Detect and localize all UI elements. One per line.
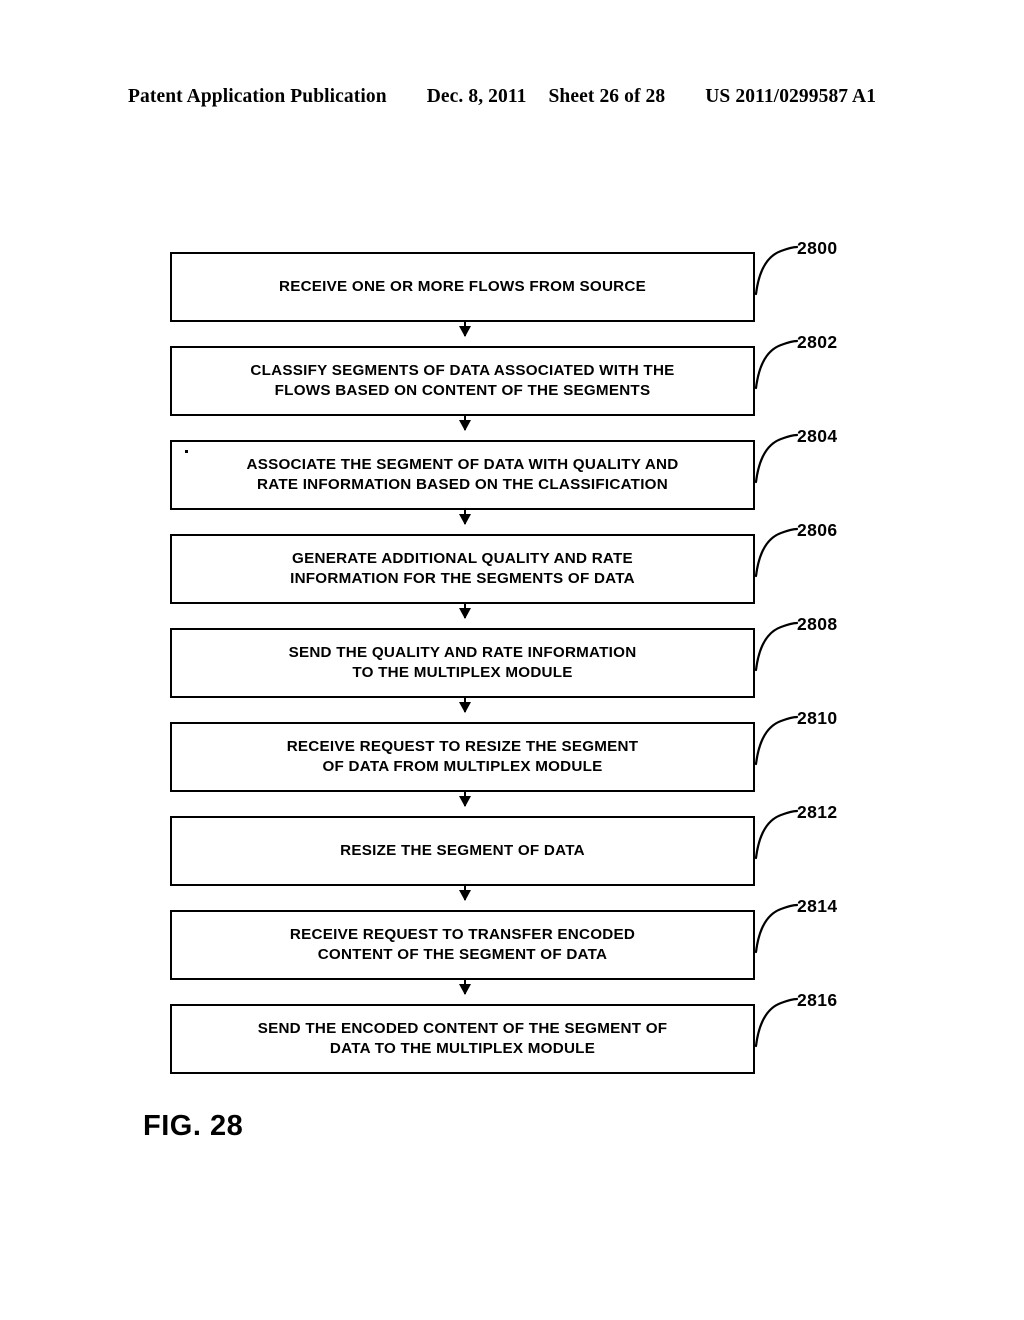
flow-connector-arrow-2806 — [458, 604, 471, 619]
leader-line-2800 — [754, 245, 799, 296]
reference-numeral-2816: 2816 — [797, 990, 838, 1010]
flow-step-label-2808: SEND THE QUALITY AND RATE INFORMATION TO… — [288, 643, 637, 682]
reference-numeral-2812: 2812 — [797, 802, 838, 822]
reference-numeral-2806: 2806 — [797, 520, 838, 540]
reference-numeral-2810: 2810 — [797, 708, 838, 728]
flow-step-box-2802: CLASSIFY SEGMENTS OF DATA ASSOCIATED WIT… — [170, 346, 755, 416]
flow-connector-arrow-2810 — [458, 792, 471, 807]
leader-line-2816 — [754, 997, 799, 1048]
figure-caption: FIG. 28 — [143, 1110, 244, 1142]
flow-step-label-2812: RESIZE THE SEGMENT OF DATA — [340, 841, 585, 859]
flow-step-label-2800: RECEIVE ONE OR MORE FLOWS FROM SOURCE — [278, 277, 647, 295]
scan-artifact-speck — [185, 450, 188, 453]
flow-step-box-2810: RECEIVE REQUEST TO RESIZE THE SEGMENT OF… — [170, 722, 755, 792]
flow-step-box-2800: RECEIVE ONE OR MORE FLOWS FROM SOURCE — [170, 252, 755, 322]
leader-line-2812 — [754, 809, 799, 860]
flow-connector-arrow-2802 — [458, 416, 471, 431]
flow-step-label-2806: GENERATE ADDITIONAL QUALITY AND RATE INF… — [290, 549, 635, 588]
flow-step-box-2804: ASSOCIATE THE SEGMENT OF DATA WITH QUALI… — [170, 440, 755, 510]
leader-line-2806 — [754, 527, 799, 578]
flow-step-label-2814: RECEIVE REQUEST TO TRANSFER ENCODED CONT… — [289, 925, 636, 964]
reference-numeral-2800: 2800 — [797, 238, 838, 258]
leader-line-2808 — [754, 621, 799, 672]
flow-step-box-2814: RECEIVE REQUEST TO TRANSFER ENCODED CONT… — [170, 910, 755, 980]
flow-connector-arrow-2800 — [458, 322, 471, 337]
flow-step-box-2808: SEND THE QUALITY AND RATE INFORMATION TO… — [170, 628, 755, 698]
flow-step-label-2804: ASSOCIATE THE SEGMENT OF DATA WITH QUALI… — [246, 455, 679, 494]
leader-line-2810 — [754, 715, 799, 766]
reference-numeral-2802: 2802 — [797, 332, 838, 352]
flow-step-label-2810: RECEIVE REQUEST TO RESIZE THE SEGMENT OF… — [286, 737, 639, 776]
leader-line-2814 — [754, 903, 799, 954]
flow-step-label-2816: SEND THE ENCODED CONTENT OF THE SEGMENT … — [257, 1019, 668, 1058]
flow-connector-arrow-2804 — [458, 510, 471, 525]
reference-numeral-2814: 2814 — [797, 896, 838, 916]
flow-step-label-2802: CLASSIFY SEGMENTS OF DATA ASSOCIATED WIT… — [250, 361, 675, 400]
reference-numeral-2804: 2804 — [797, 426, 838, 446]
flow-step-box-2812: RESIZE THE SEGMENT OF DATA — [170, 816, 755, 886]
reference-numeral-2808: 2808 — [797, 614, 838, 634]
flow-step-box-2806: GENERATE ADDITIONAL QUALITY AND RATE INF… — [170, 534, 755, 604]
leader-line-2802 — [754, 339, 799, 390]
flow-connector-arrow-2814 — [458, 980, 471, 995]
flow-connector-arrow-2808 — [458, 698, 471, 713]
flow-connector-arrow-2812 — [458, 886, 471, 901]
flow-step-box-2816: SEND THE ENCODED CONTENT OF THE SEGMENT … — [170, 1004, 755, 1074]
leader-line-2804 — [754, 433, 799, 484]
